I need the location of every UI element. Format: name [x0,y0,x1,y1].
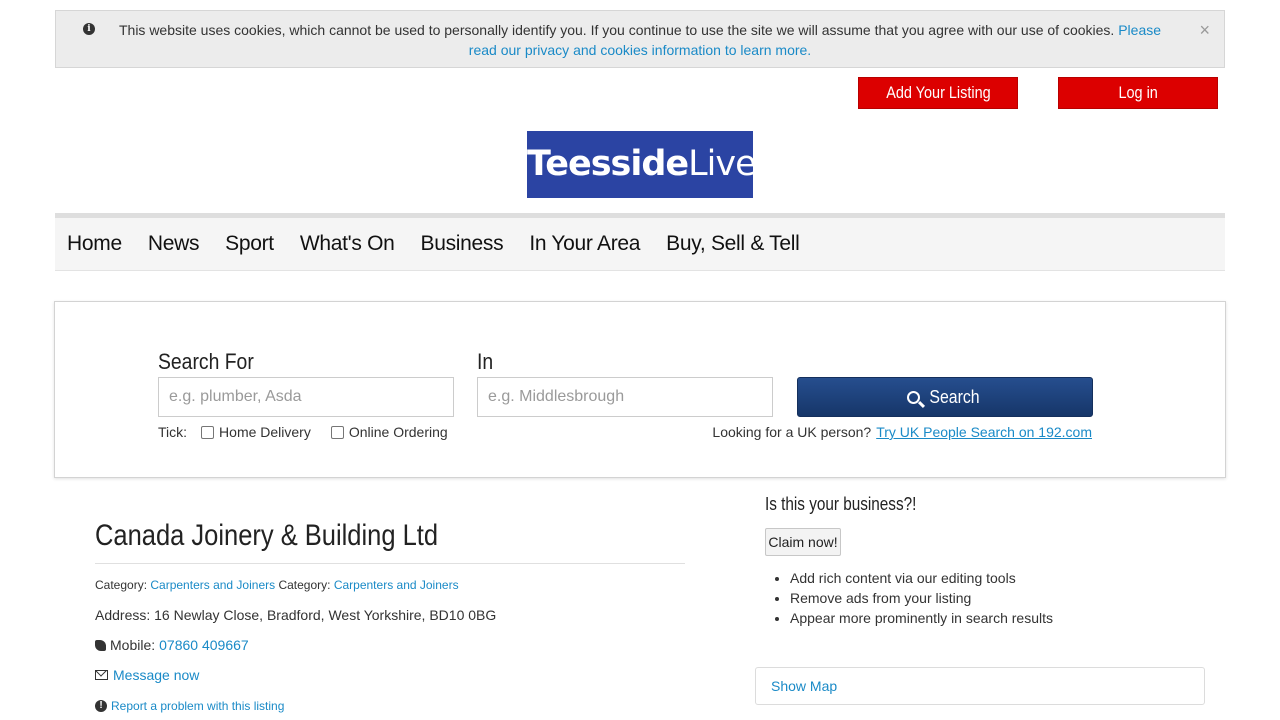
add-your-listing-button[interactable]: Add Your Listing [858,77,1018,109]
tick-label: Tick: [158,424,188,440]
category-label: Category: [95,578,148,592]
close-icon[interactable]: × [1199,20,1210,40]
claim-heading: Is this your business?! [765,494,917,514]
search-for-label: Search For [158,349,254,374]
mobile-label: Mobile: [110,637,156,653]
cookie-message: This website uses cookies, which cannot … [118,22,1115,38]
listing-title: Canada Joinery & Building Ltd [95,519,439,552]
list-item: Appear more prominently in search result… [790,608,1053,628]
search-button-label: Search [929,387,980,407]
title-divider [95,563,685,564]
search-icon [906,391,920,404]
nav-item-in-your-area[interactable]: In Your Area [529,232,640,256]
category-link[interactable]: Carpenters and Joiners [150,578,275,592]
mobile-row: Mobile: 07860 409667 [95,637,249,653]
filter-row: Tick: Home Delivery Online Ordering [158,424,454,440]
online-ordering-label[interactable]: Online Ordering [349,424,448,440]
logo-bold-text: Teesside [527,144,689,184]
phone-icon [95,639,106,651]
nav-item-home[interactable]: Home [67,232,122,256]
nav-item-business[interactable]: Business [421,232,504,256]
show-map-link[interactable]: Show Map [771,678,837,694]
logo-light-text: Live [688,144,756,184]
search-for-input[interactable] [158,377,454,417]
claim-benefits-list: Add rich content via our editing tools R… [790,568,1053,628]
search-panel: Search For In Search Tick: Home Delivery… [54,301,1226,478]
location-input[interactable] [477,377,773,417]
login-label: Log in [1118,83,1158,102]
exclamation-icon: ! [95,700,107,712]
add-listing-label: Add Your Listing [885,83,991,102]
mobile-number-link[interactable]: 07860 409667 [159,637,249,653]
home-delivery-label[interactable]: Home Delivery [219,424,311,440]
envelope-icon [95,670,108,680]
nav-item-sport[interactable]: Sport [225,232,274,256]
login-button[interactable]: Log in [1058,77,1218,109]
uk-people-search: Looking for a UK person? Try UK People Se… [712,424,1092,440]
list-item: Remove ads from your listing [790,588,1053,608]
nav-item-whats-on[interactable]: What's On [300,232,395,256]
category-link[interactable]: Carpenters and Joiners [334,578,459,592]
uk-people-search-link[interactable]: Try UK People Search on 192.com [876,424,1092,440]
report-row: ! Report a problem with this listing [95,699,284,713]
nav-item-buy-sell-tell[interactable]: Buy, Sell & Tell [666,232,800,256]
location-label: In [477,349,494,374]
list-item: Add rich content via our editing tools [790,568,1053,588]
message-now-link[interactable]: Message now [113,667,199,683]
info-icon: i [83,23,95,35]
uk-person-text: Looking for a UK person? [712,424,872,440]
listing-address: Address: 16 Newlay Close, Bradford, West… [95,607,497,623]
site-logo[interactable]: TeessideLive [527,131,757,198]
claim-now-button[interactable]: Claim now! [765,528,841,556]
search-button[interactable]: Search [797,377,1093,417]
cookie-banner: i This website uses cookies, which canno… [55,10,1225,68]
home-delivery-checkbox[interactable] [201,425,215,439]
main-nav: Home News Sport What's On Business In Yo… [55,213,1225,271]
online-ordering-checkbox[interactable] [330,425,344,439]
nav-item-news[interactable]: News [148,232,200,256]
category-label: Category: [278,578,331,592]
map-panel: Show Map [755,667,1205,705]
report-problem-link[interactable]: Report a problem with this listing [111,699,284,713]
category-row: Category: Carpenters and Joiners Categor… [95,578,459,592]
message-row: Message now [95,667,199,683]
